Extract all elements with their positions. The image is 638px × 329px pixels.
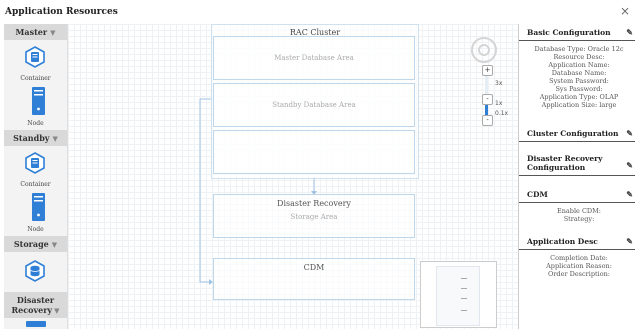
section-disaster-recovery-configuration: Disaster Recovery Configuration ✎ (519, 150, 635, 176)
field-database-type: Database Type: Oracle 12c (534, 45, 624, 53)
field-application-name: Application Name: (548, 61, 610, 69)
palette-group-standby[interactable]: Standby ▼ (4, 130, 67, 146)
palette-group-storage[interactable]: Storage ▼ (4, 236, 67, 252)
design-canvas[interactable]: RAC Cluster Master Database Area Standby… (68, 24, 518, 329)
section-title: CDM (527, 190, 548, 199)
edit-icon[interactable]: ✎ (626, 236, 633, 246)
section-cluster-configuration: Cluster Configuration ✎ (519, 125, 635, 142)
close-icon[interactable]: × (620, 4, 630, 18)
palette-item-master-container[interactable]: Container (4, 40, 67, 85)
edit-icon[interactable]: ✎ (626, 128, 633, 138)
pan-control-icon[interactable] (471, 37, 497, 63)
basic-configuration-body: Database Type: Oracle 12c Resource Desc:… (519, 41, 638, 115)
section-title: Disaster Recovery Configuration (527, 154, 603, 172)
dr-storage-label: Storage Area (290, 213, 338, 221)
cdm-title: CDM (303, 263, 325, 272)
field-enable-cdm: Enable CDM: (557, 207, 601, 215)
window-title: Application Resources (5, 7, 118, 17)
palette-item-standby-node[interactable]: Node (4, 191, 67, 236)
node-icon (32, 193, 45, 221)
section-title: Cluster Configuration (527, 129, 619, 138)
palette-group-disaster-recovery[interactable]: Disaster Recovery ▼ (4, 292, 67, 318)
zoom-1x-label: 1x (495, 100, 503, 107)
minimap[interactable] (420, 261, 497, 328)
palette-group-label: Standby (13, 133, 50, 143)
palette-item-label: Node (27, 226, 44, 233)
field-application-size: Application Size: large (541, 101, 617, 109)
minimap-mark (461, 310, 467, 311)
container-icon (25, 152, 45, 174)
cdm-box[interactable]: CDM (213, 258, 415, 300)
dr-icon (26, 321, 46, 327)
chevron-down-icon: ▼ (50, 28, 56, 37)
palette-item-label: Container (20, 181, 51, 188)
section-application-desc: Application Desc ✎ (519, 233, 635, 250)
standby-database-area[interactable]: Standby Database Area (213, 83, 415, 127)
title-bar: Application Resources × (0, 0, 638, 24)
empty-cluster-area[interactable] (213, 130, 415, 174)
field-database-name: Database Name: (551, 69, 607, 77)
edit-icon[interactable]: ✎ (626, 27, 633, 37)
palette-item-label: Node (27, 120, 44, 127)
palette-group-master[interactable]: Master ▼ (4, 24, 67, 40)
section-cdm: CDM ✎ (519, 186, 635, 203)
field-order-description: Order Description: (548, 270, 610, 278)
properties-panel: Basic Configuration ✎ Database Type: Ora… (518, 24, 638, 329)
palette-item-label: Container (20, 75, 51, 82)
field-resource-desc: Resource Desc: (553, 53, 605, 61)
zoom-reset-button[interactable]: - (482, 94, 493, 105)
field-system-password: System Password: (549, 77, 609, 85)
field-application-type: Application Type: OLAP (539, 93, 619, 101)
minimap-mark (461, 288, 467, 289)
field-strategy: Strategy: (563, 215, 595, 223)
palette-group-label: Storage (13, 239, 49, 249)
field-completion-date: Completion Date: (550, 254, 608, 262)
container-icon (25, 46, 45, 68)
minimap-viewport (436, 266, 480, 326)
component-palette: Master ▼ Container Node Standby ▼ Containe… (4, 24, 68, 329)
application-desc-body: Completion Date: Application Reason: Ord… (519, 250, 638, 284)
chevron-down-icon: ▼ (54, 306, 60, 315)
field-sys-password: Sys Password: (555, 85, 603, 93)
palette-group-label: Master (15, 27, 48, 37)
palette-item-disaster-recovery[interactable] (4, 318, 67, 328)
cdm-body: Enable CDM: Strategy: (519, 203, 638, 229)
node-icon (32, 87, 45, 115)
edit-icon[interactable]: ✎ (626, 189, 633, 199)
dr-title: Disaster Recovery (277, 199, 351, 208)
palette-item-storage[interactable] (4, 252, 67, 292)
edit-icon[interactable]: ✎ (626, 160, 633, 170)
chevron-down-icon: ▼ (52, 134, 58, 143)
minimap-mark (461, 278, 467, 279)
section-title: Application Desc (527, 237, 598, 246)
storage-icon (25, 260, 45, 282)
zoom-out-button[interactable]: - (482, 115, 493, 126)
palette-item-master-node[interactable]: Node (4, 85, 67, 130)
standby-area-label: Standby Database Area (272, 101, 356, 109)
zoom-01x-label: 0.1x (495, 110, 509, 117)
zoom-in-button[interactable]: + (482, 65, 493, 76)
zoom-3x-label: 3x (495, 80, 503, 87)
disaster-recovery-box[interactable]: Disaster Recovery Storage Area (213, 194, 415, 238)
chevron-down-icon: ▼ (51, 240, 58, 249)
section-basic-configuration: Basic Configuration ✎ (519, 24, 635, 41)
master-database-area[interactable]: Master Database Area (213, 36, 415, 80)
palette-group-label: Disaster Recovery (11, 295, 55, 315)
master-area-label: Master Database Area (274, 54, 354, 62)
field-application-reason: Application Reason: (546, 262, 612, 270)
section-title: Basic Configuration (527, 28, 611, 37)
palette-item-standby-container[interactable]: Container (4, 146, 67, 191)
minimap-mark (461, 298, 467, 299)
